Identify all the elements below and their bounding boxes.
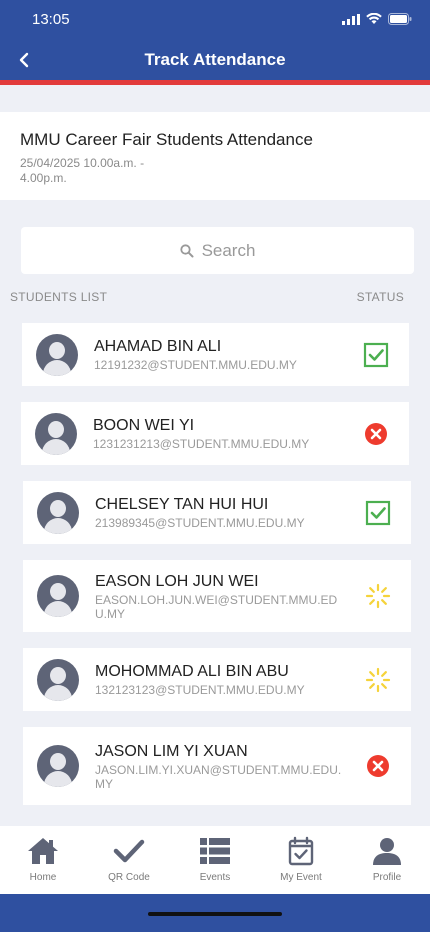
search-icon [179, 243, 194, 257]
student-email: EASON.LOH.JUN.WEI@STUDENT.MMU.EDU.MY [95, 592, 338, 621]
calendar-check-icon [288, 836, 314, 866]
avatar [37, 491, 79, 534]
status-icons [342, 13, 412, 25]
student-name: BOON WEI YI [93, 417, 195, 434]
user-icon [373, 838, 401, 865]
student-row[interactable]: EASON LOH JUN WEI EASON.LOH.JUN.WEI@STUD… [23, 560, 411, 632]
pending-loading-icon [365, 583, 391, 609]
student-name: MOHOMMAD ALI BIN ABU [95, 663, 289, 680]
wifi-icon [366, 13, 382, 24]
checkmark-icon [113, 839, 145, 863]
home-icon [28, 838, 58, 864]
student-row[interactable]: BOON WEI YI 1231231213@STUDENT.MMU.EDU.M… [21, 402, 409, 465]
header-accent-bar [0, 80, 430, 85]
event-date: 25/04/2025 10.00a.m. - 4.00p.m. [20, 156, 145, 185]
student-name: EASON LOH JUN WEI [95, 572, 259, 590]
nav-home-label: Home [29, 872, 57, 883]
nav-qr-code-label: QR Code [108, 872, 150, 883]
avatar [36, 333, 78, 376]
event-card: MMU Career Fair Students Attendance 25/0… [0, 112, 430, 200]
student-row[interactable]: JASON LIM YI XUAN JASON.LIM.YI.XUAN@STUD… [23, 727, 411, 805]
nav-my-event-label: My Event [280, 872, 322, 883]
nav-home[interactable]: Home [0, 826, 86, 894]
student-name: CHELSEY TAN HUI HUI [95, 496, 269, 513]
list-icon [200, 838, 230, 864]
home-bar [0, 894, 430, 932]
absent-x-icon [367, 755, 389, 777]
student-name: AHAMAD BIN ALI [94, 338, 222, 355]
bottom-nav: Home QR Code Events My Event Profile [0, 826, 430, 894]
page-title: Track Attendance [144, 50, 286, 69]
student-email: 213989345@STUDENT.MMU.EDU.MY [95, 516, 305, 530]
pending-loading-icon [365, 667, 391, 692]
nav-my-event[interactable]: My Event [258, 826, 344, 894]
status-column-label: STATUS [356, 290, 404, 304]
student-row[interactable]: AHAMAD BIN ALI 12191232@STUDENT.MMU.EDU.… [22, 323, 409, 386]
student-email: 1231231213@STUDENT.MMU.EDU.MY [93, 437, 310, 451]
battery-icon [388, 13, 412, 25]
nav-events-label: Events [199, 872, 231, 883]
absent-x-icon [365, 422, 387, 445]
nav-qr-code[interactable]: QR Code [86, 826, 172, 894]
home-indicator[interactable] [148, 912, 282, 916]
present-check-icon [365, 500, 391, 525]
avatar [37, 575, 79, 617]
student-email: 12191232@STUDENT.MMU.EDU.MY [94, 358, 297, 372]
nav-profile[interactable]: Profile [344, 826, 430, 894]
search-input[interactable]: Search [21, 227, 414, 274]
search-placeholder: Search [201, 240, 256, 260]
signal-icon [342, 13, 360, 25]
app-header: 13:05 Track Attendance [0, 0, 430, 80]
avatar [37, 658, 79, 701]
student-email: JASON.LIM.YI.XUAN@STUDENT.MMU.EDU.MY [95, 762, 342, 791]
students-list-label: STUDENTS LIST [10, 290, 108, 304]
event-title: MMU Career Fair Students Attendance [20, 130, 313, 149]
status-time: 13:05 [32, 11, 70, 28]
present-check-icon [363, 342, 389, 367]
student-name: JASON LIM YI XUAN [95, 742, 248, 760]
student-row[interactable]: MOHOMMAD ALI BIN ABU 132123123@STUDENT.M… [23, 648, 411, 711]
student-email: 132123123@STUDENT.MMU.EDU.MY [95, 683, 305, 697]
avatar [35, 412, 77, 455]
nav-events[interactable]: Events [172, 826, 258, 894]
nav-profile-label: Profile [372, 872, 402, 883]
avatar [37, 745, 79, 787]
student-row[interactable]: CHELSEY TAN HUI HUI 213989345@STUDENT.MM… [23, 481, 411, 544]
